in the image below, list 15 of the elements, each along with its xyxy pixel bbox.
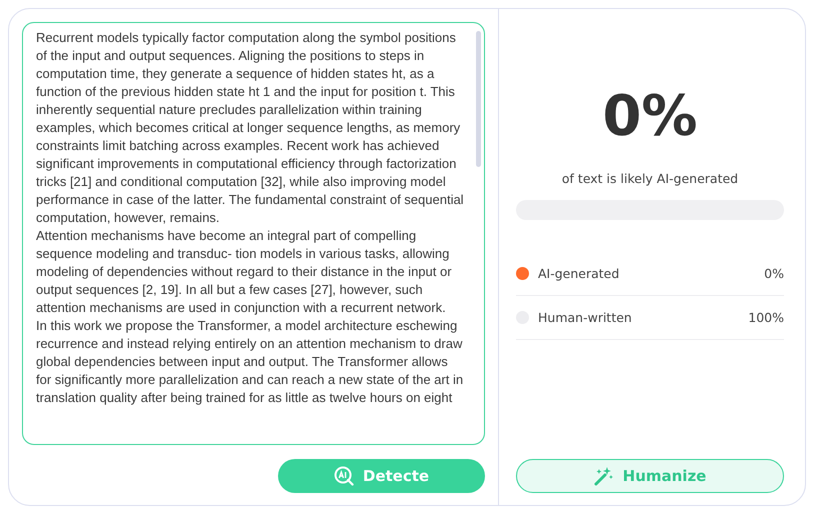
search-icon <box>334 466 354 486</box>
detect-button[interactable]: Detecte <box>278 459 485 493</box>
text-input-area[interactable] <box>22 22 485 445</box>
legend-value: 100% <box>748 310 784 325</box>
legend-label: AI-generated <box>538 266 620 281</box>
score-caption: of text is likely AI-generated <box>560 171 740 186</box>
humanize-button[interactable]: Humanize <box>516 459 784 493</box>
score-value: 0% <box>601 85 699 149</box>
magic-wand-icon <box>594 466 614 486</box>
legend-label: Human-written <box>538 310 633 325</box>
scrollbar-thumb[interactable] <box>476 31 481 167</box>
paragraph: In this work we propose the Transformer, a model architecture eschewing recurrence and instead relying entirely on an attention mechanism to draw global dependencies between input and output. The Transformer allows for significantly more parallelization and can reach a new state of the art in translation quality after being trained for as little as twelve hours on eight <box>36 317 464 407</box>
legend-value: 0% <box>764 266 784 281</box>
paragraph: Attention mechanisms have become an integral part of compelling sequence modeling and transduc- tion models in various tasks, allowing modeling of dependencies without regard to their distance in the input or output sequences [2, 19]. In all but a few cases [27], however, such attention mechanisms are used in conjunction with a recurrent network. <box>36 227 453 317</box>
paragraph: Recurrent models typically factor computation along the symbol positions of the input and output sequences. Aligning the positions to steps in computation time, they generate a sequence of hidden states ht, as a function of the previous hidden state ht 1 and the input for position t. This inherently sequential nature precludes parallelization within training examples, which becomes critical at longer sequence lengths, as memory constraints limit batching across examples. Recent work has achieved significant improvements in computational efficiency through factorization tricks [21] and conditional computation [32], while also improving model performance in case of the latter. The fundamental constraint of sequential computation, however, remains. <box>36 29 465 227</box>
